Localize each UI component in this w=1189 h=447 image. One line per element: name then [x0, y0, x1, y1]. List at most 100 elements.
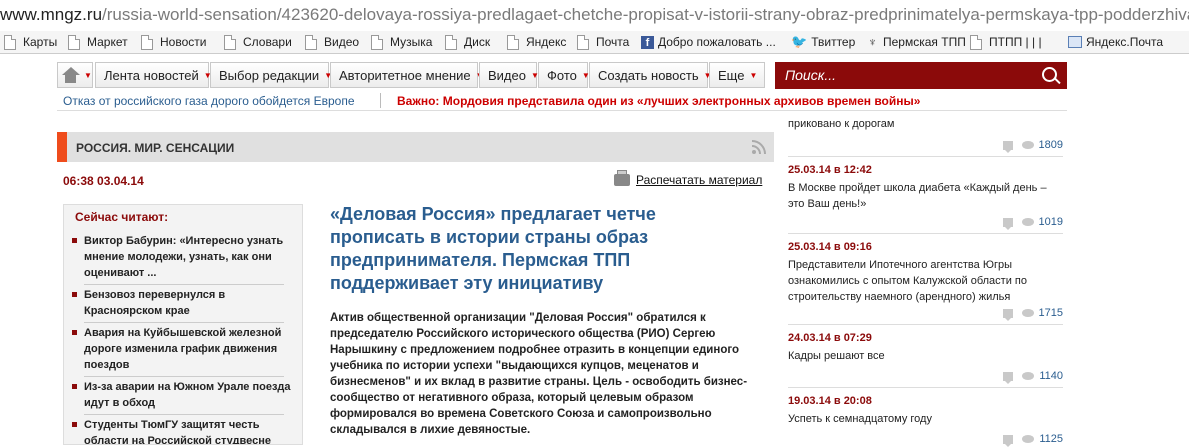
article-lead: Актив общественной организации "Деловая … — [330, 312, 748, 436]
bookmark-facebook[interactable]: f Добро пожаловать ... — [641, 33, 776, 51]
bookmark-video[interactable]: Видео — [305, 33, 359, 51]
print-link[interactable]: Распечатать материал — [614, 170, 762, 187]
news-date: 19.03.14 в 20:08 — [788, 395, 872, 407]
comment-icon — [1003, 217, 1013, 230]
reading-now-title: Сейчас читают: — [75, 210, 169, 224]
divider — [788, 233, 1063, 234]
search-input[interactable]: Поиск... — [775, 62, 1067, 89]
nav-expert-opinion[interactable]: Авторитетное мнение▼ — [330, 62, 484, 88]
section-header: РОССИЯ. МИР. СЕНСАЦИИ — [57, 132, 774, 162]
facebook-icon: f — [641, 35, 654, 49]
reading-item[interactable]: Авария на Куйбышевской железной дороге и… — [72, 325, 296, 373]
divider — [84, 322, 284, 323]
comment-icon — [1003, 371, 1014, 384]
rss-icon[interactable] — [752, 140, 766, 154]
news-link[interactable]: Успеть к семнадцатому году — [788, 411, 1060, 427]
nav-editors-choice[interactable]: Выбор редакции ▼ — [210, 62, 332, 88]
divider — [84, 284, 284, 285]
news-link[interactable]: приковано к дорогам — [788, 116, 1060, 132]
nav-news-feed[interactable]: Лента новостей ▼ — [95, 62, 212, 88]
article-datetime: 06:38 03.04.14 — [63, 174, 144, 188]
comment-icon — [1003, 308, 1013, 321]
divider — [84, 414, 284, 415]
eye-icon — [1021, 218, 1034, 226]
nav-photo[interactable]: Фото ▼ — [538, 62, 590, 88]
divider — [788, 156, 1063, 157]
page-icon — [371, 34, 383, 50]
page-icon — [445, 34, 457, 50]
reading-item[interactable]: Студенты ТюмГУ защитят честь области на … — [72, 417, 296, 444]
page-icon — [141, 34, 153, 50]
bookmark-market[interactable]: Маркет — [68, 33, 128, 51]
chevron-down-icon: ▼ — [84, 70, 92, 80]
bullet-icon — [72, 238, 77, 243]
page-icon — [68, 34, 80, 50]
news-link[interactable]: Представители Ипотечного агентства Югры … — [788, 257, 1060, 305]
bookmark-dictionaries[interactable]: Словари — [224, 33, 292, 51]
article-title: «Деловая Россия» предлагает четче пропис… — [330, 204, 656, 293]
ticker-link[interactable]: Отказ от российского газа дорого обойдет… — [63, 94, 355, 108]
reading-now-panel: Сейчас читают: Виктор Бабурин: «Интересн… — [63, 204, 303, 445]
page-icon — [970, 34, 982, 50]
news-stats: 1715 — [1003, 306, 1063, 321]
nav-create-news[interactable]: Создать новость ▼ — [589, 62, 712, 88]
news-stats: 1809 — [1003, 138, 1063, 153]
news-stats: 1125 — [1003, 432, 1063, 447]
bullet-icon — [72, 384, 77, 389]
page-icon — [4, 34, 16, 50]
eye-icon — [1021, 141, 1034, 149]
main-nav: ▼ Лента новостей ▼ Выбор редакции ▼ Автори… — [57, 62, 1067, 90]
news-link[interactable]: Кадры решают все — [788, 348, 1060, 364]
tpp-logo-icon: ♆ — [868, 34, 877, 49]
page-icon — [507, 34, 519, 50]
news-ticker: Отказ от российского газа дорого обойдет… — [57, 91, 1067, 111]
bookmark-disk[interactable]: Диск — [445, 33, 490, 51]
bookmark-maps[interactable]: Карты — [4, 33, 57, 51]
bookmark-ptpp[interactable]: ПТПП | | | — [970, 33, 1042, 51]
url-text[interactable]: www.mngz.ru/russia-world-sensation/42362… — [0, 5, 1189, 25]
bookmark-music[interactable]: Музыка — [371, 33, 432, 51]
home-icon — [62, 67, 80, 83]
news-date: 25.03.14 в 09:16 — [788, 241, 872, 253]
bookmark-yandex[interactable]: Яндекс — [507, 33, 566, 51]
important-news-link[interactable]: Важно: Мордовия представила один из «луч… — [397, 94, 920, 108]
comment-icon — [1003, 140, 1013, 153]
bookmark-news[interactable]: Новости — [141, 33, 206, 51]
page-icon — [305, 34, 317, 50]
chevron-down-icon: ▼ — [749, 70, 758, 80]
divider — [788, 324, 1063, 325]
news-stats: 1140 — [1003, 369, 1063, 384]
news-date: 24.03.14 в 07:29 — [788, 332, 872, 344]
news-link[interactable]: В Москве пройдет школа диабета «Каждый д… — [788, 180, 1060, 212]
page-icon — [224, 34, 236, 50]
envelope-icon — [1068, 36, 1082, 48]
section-accent-bar — [57, 132, 67, 162]
reading-item[interactable]: Виктор Бабурин: «Интересно узнать мнение… — [72, 233, 296, 281]
home-button[interactable]: ▼ — [57, 62, 93, 88]
bookmark-perm-tpp[interactable]: ♆ Пермская ТПП — [866, 33, 966, 51]
search-icon[interactable] — [1042, 67, 1057, 82]
reading-item[interactable]: Из-за аварии на Южном Урале поезда идут … — [72, 379, 296, 411]
nav-video[interactable]: Видео ▼ — [479, 62, 539, 88]
bookmark-twitter[interactable]: 🐦 Твиттер — [791, 33, 855, 51]
reading-item[interactable]: Бензовоз перевернулся в Красноярском кра… — [72, 287, 296, 319]
divider — [788, 387, 1063, 388]
news-date: 25.03.14 в 12:42 — [788, 164, 872, 176]
printer-icon — [614, 170, 630, 186]
address-bar[interactable]: www.mngz.ru/russia-world-sensation/42362… — [0, 0, 1189, 32]
twitter-bird-icon: 🐦 — [791, 34, 808, 49]
bookmark-mail[interactable]: Почта — [577, 33, 629, 51]
bookmarks-bar: Карты Маркет Новости Словари Видео Музык… — [0, 31, 1189, 54]
page-icon — [577, 34, 589, 50]
bullet-icon — [72, 330, 77, 335]
section-title[interactable]: РОССИЯ. МИР. СЕНСАЦИИ — [76, 141, 234, 155]
bullet-icon — [72, 292, 77, 297]
comment-icon — [1003, 434, 1014, 447]
eye-icon — [1021, 309, 1034, 317]
bookmark-yandex-mail[interactable]: Яндекс.Почта — [1068, 33, 1163, 51]
divider — [84, 376, 284, 377]
eye-icon — [1022, 435, 1035, 443]
right-news-column: приковано к дорогам 1809 25.03.14 в 12:4… — [785, 112, 1067, 447]
bullet-icon — [72, 422, 77, 427]
nav-more[interactable]: Еще ▼ — [709, 62, 765, 88]
